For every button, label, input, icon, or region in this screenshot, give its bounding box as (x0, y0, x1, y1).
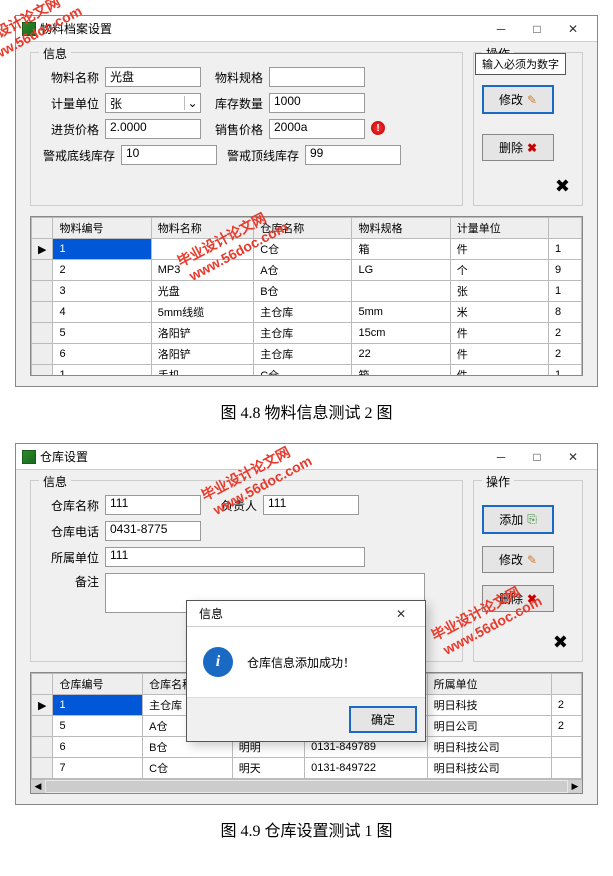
label-sale: 销售价格 (207, 121, 263, 138)
window-material: 物料档案设置 ─ □ ✕ 信息 物料名称 光盘 物料规格 计量单位 张 (15, 15, 598, 387)
edit-icon: ✎ (527, 553, 537, 567)
col-header[interactable]: 物料编号 (53, 218, 151, 239)
col-header[interactable]: 物料规格 (352, 218, 450, 239)
label-purch: 进货价格 (39, 121, 99, 138)
modify-button[interactable]: 修改 ✎ (482, 546, 554, 573)
col-header[interactable]: 所属单位 (427, 674, 551, 695)
window-warehouse: 仓库设置 ─ □ ✕ 信息 仓库名称 111 负责人 111 仓库电话 0431… (15, 443, 598, 805)
message-box: 信息 ✕ i 仓库信息添加成功！ 确定 (186, 600, 426, 742)
ok-button[interactable]: 确定 (349, 706, 417, 733)
col-header[interactable]: 物料名称 (151, 218, 253, 239)
input-phone[interactable]: 0431-8775 (105, 521, 201, 541)
caption-2: 图 4.9 仓库设置测试 1 图 (15, 817, 598, 841)
minimize-button[interactable]: ─ (483, 446, 519, 468)
msgbox-text: 仓库信息添加成功！ (247, 654, 355, 671)
add-button[interactable]: 添加 ⎘ (482, 505, 554, 534)
col-header[interactable]: 仓库名称 (254, 218, 352, 239)
chevron-down-icon: ⌄ (184, 96, 200, 110)
maximize-button[interactable]: □ (519, 446, 555, 468)
h-scrollbar[interactable]: ◀▶ (31, 779, 582, 793)
input-org[interactable]: 111 (105, 547, 365, 567)
modify-button[interactable]: 修改 ✎ (482, 85, 554, 114)
table-row[interactable]: ▶1C仓箱件1 (32, 239, 582, 260)
cancel-icon[interactable]: ✖ (555, 176, 570, 196)
input-sale[interactable]: 2000a (269, 119, 365, 139)
table-row[interactable]: 5洛阳铲主仓库15cm件2 (32, 323, 582, 344)
delete-icon: ✖ (527, 592, 537, 606)
delete-button-label: 删除 (499, 590, 523, 607)
delete-button-label: 删除 (499, 139, 523, 156)
table-row[interactable]: 2MP3A仓LG个9 (32, 260, 582, 281)
close-button[interactable]: ✕ (555, 446, 591, 468)
delete-button[interactable]: 删除 ✖ (482, 585, 554, 612)
delete-button[interactable]: 删除 ✖ (482, 134, 554, 161)
input-whname[interactable]: 111 (105, 495, 201, 515)
table-row[interactable]: 45mm线缆主仓库5mm米8 (32, 302, 582, 323)
minimize-button[interactable]: ─ (483, 18, 519, 40)
input-name[interactable]: 光盘 (105, 67, 201, 87)
table-row[interactable]: 3光盘B仓张1 (32, 281, 582, 302)
input-qty[interactable]: 1000 (269, 93, 365, 113)
cancel-icon[interactable]: ✖ (553, 632, 568, 652)
label-spec: 物料规格 (207, 69, 263, 86)
operation-group: 操作 添加 ⎘ 修改 ✎ 删除 ✖ ✖ (473, 480, 583, 662)
table-row[interactable]: 6洛阳铲主仓库22件2 (32, 344, 582, 365)
label-org: 所属单位 (39, 549, 99, 566)
material-table[interactable]: 物料编号物料名称仓库名称物料规格计量单位 ▶1C仓箱件12MP3A仓LG个93光… (30, 216, 583, 376)
table-row[interactable]: 7C仓明天0131-849722明日科技公司 (32, 758, 582, 779)
op-group-title: 操作 (482, 473, 514, 490)
add-button-label: 添加 (499, 511, 523, 528)
label-qty: 库存数量 (207, 95, 263, 112)
error-tooltip: 输入必须为数字 (475, 53, 566, 75)
input-high[interactable]: 99 (305, 145, 401, 165)
msgbox-close-button[interactable]: ✕ (383, 603, 419, 625)
info-group: 信息 物料名称 光盘 物料规格 计量单位 张 ⌄ 库存数量 1000 (30, 52, 463, 206)
add-icon: ⎘ (527, 512, 537, 527)
window-title: 物料档案设置 (40, 20, 112, 37)
error-icon: ! (371, 121, 385, 135)
label-low: 警戒底线库存 (39, 147, 115, 164)
input-low[interactable]: 10 (121, 145, 217, 165)
select-unit[interactable]: 张 ⌄ (105, 93, 201, 113)
table-row[interactable]: 1手机C仓箱件1 (32, 365, 582, 377)
label-whname: 仓库名称 (39, 497, 99, 514)
info-group-title: 信息 (39, 473, 71, 490)
delete-icon: ✖ (527, 141, 537, 155)
label-unit: 计量单位 (39, 95, 99, 112)
label-phone: 仓库电话 (39, 523, 99, 540)
label-owner: 负责人 (207, 497, 257, 514)
info-icon: i (203, 647, 233, 677)
app-icon (22, 450, 36, 464)
select-unit-value: 张 (106, 95, 184, 112)
label-memo: 备注 (39, 573, 99, 590)
close-button[interactable]: ✕ (555, 18, 591, 40)
input-spec[interactable] (269, 67, 365, 87)
maximize-button[interactable]: □ (519, 18, 555, 40)
window-title: 仓库设置 (40, 448, 88, 465)
label-high: 警戒顶线库存 (223, 147, 299, 164)
edit-icon: ✎ (527, 93, 537, 107)
label-name: 物料名称 (39, 69, 99, 86)
input-owner[interactable]: 111 (263, 495, 359, 515)
modify-button-label: 修改 (499, 551, 523, 568)
info-group-title: 信息 (39, 45, 71, 62)
modify-button-label: 修改 (499, 91, 523, 108)
caption-1: 图 4.8 物料信息测试 2 图 (15, 399, 598, 423)
operation-group: 操作 修改 ✎ 删除 ✖ ✖ (473, 52, 583, 206)
app-icon (22, 22, 36, 36)
msgbox-title: 信息 (193, 605, 223, 622)
input-purch[interactable]: 2.0000 (105, 119, 201, 139)
titlebar: 仓库设置 ─ □ ✕ (16, 444, 597, 470)
col-header[interactable]: 计量单位 (450, 218, 548, 239)
titlebar: 物料档案设置 ─ □ ✕ (16, 16, 597, 42)
col-header[interactable]: 仓库编号 (53, 674, 143, 695)
